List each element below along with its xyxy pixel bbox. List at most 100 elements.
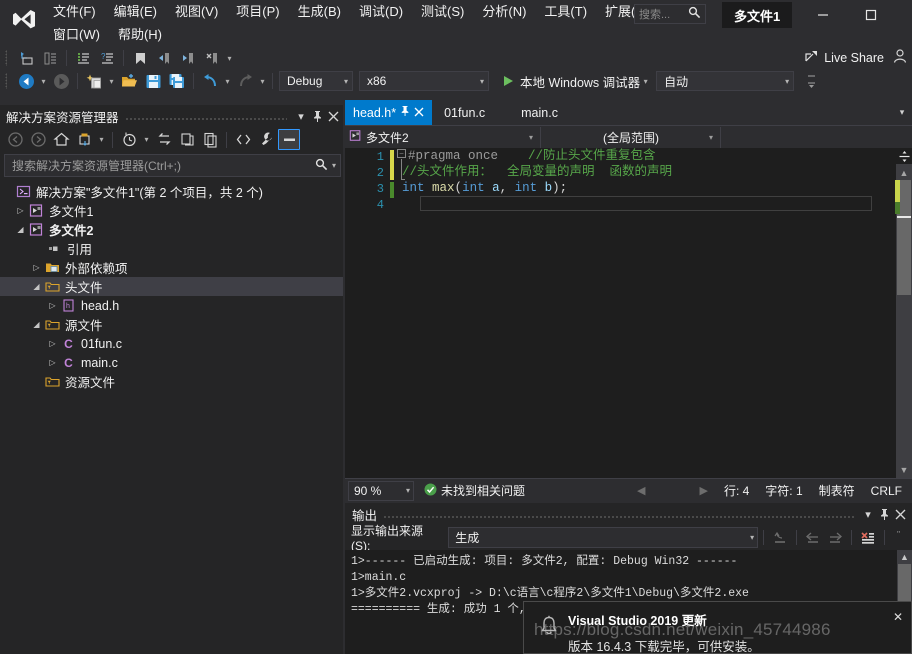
navigate-back-icon[interactable] [15,70,37,92]
scrollbar-thumb[interactable] [898,564,911,606]
start-debugging-icon[interactable] [497,70,519,92]
save-all-icon[interactable] [166,70,188,92]
panel-pin-icon[interactable] [876,505,892,523]
next-message-icon[interactable] [824,527,846,548]
tree-item-external-dependencies[interactable]: ▷ 外部依赖项 [0,258,345,277]
account-icon[interactable] [892,48,908,67]
panel-drag-dots[interactable] [383,511,854,523]
save-file-icon[interactable] [142,70,164,92]
navbar-member-combo[interactable] [721,127,912,148]
tree-item-source-files[interactable]: ◢ 源文件 [0,315,345,334]
menu-view[interactable]: 视图(V) [166,1,227,23]
pending-changes-chevron-icon[interactable]: ▾ [141,135,152,144]
expander-collapsed-icon[interactable]: ▷ [46,339,59,348]
live-share-button[interactable]: Live Share [804,47,884,69]
toggle-outline-icon[interactable] [39,47,61,69]
output-source-combo[interactable]: 生成 ▾ [448,527,759,548]
scroll-up-icon[interactable]: ▲ [897,550,912,563]
navigate-forward-icon[interactable] [50,70,72,92]
navigate-backward-icon[interactable] [15,47,37,69]
tree-item-solution[interactable]: 解决方案"多文件1"(第 2 个项目，共 2 个) [0,182,345,201]
debug-target-combo[interactable]: 自动 ▾ [656,71,795,91]
back-icon[interactable] [4,129,26,150]
comment-lines-icon[interactable] [72,47,94,69]
uncomment-lines-icon[interactable]: ? [96,47,118,69]
navbar-scope-combo[interactable]: (全局范围) ▾ [541,126,721,148]
expander-collapsed-icon[interactable]: ▷ [14,206,27,215]
expander-expanded-icon[interactable]: ◢ [30,320,43,329]
redo-chevron-icon[interactable]: ▾ [257,77,268,86]
redo-icon[interactable] [234,70,256,92]
notification-toast[interactable]: Visual Studio 2019 更新 版本 16.4.3 下载完毕，可供安… [523,601,912,654]
menu-edit[interactable]: 编辑(E) [105,1,166,23]
tab-overflow-chevron-icon[interactable]: ▾ [892,100,912,125]
menu-help[interactable]: 帮助(H) [109,24,171,46]
expander-collapsed-icon[interactable]: ▷ [46,301,59,310]
previous-issue-icon[interactable]: ◀ [637,484,645,497]
collapse-region-icon[interactable]: − [397,149,406,158]
menu-test[interactable]: 测试(S) [412,1,473,23]
maximize-button[interactable] [848,0,893,30]
configuration-combo[interactable]: Debug ▾ [279,71,353,91]
panel-close-icon[interactable] [325,107,341,125]
minimize-button[interactable] [800,0,845,30]
panel-close-icon[interactable] [892,505,908,523]
tab-close-icon[interactable] [414,105,424,120]
code-editor[interactable]: 1 2 3 4 − #pragma once //防止头文件重复包含 //头文件… [345,148,912,478]
previous-bookmark-icon[interactable] [153,47,175,69]
toolbar-grip[interactable] [2,72,12,90]
split-view-icon[interactable] [896,148,912,164]
start-debugging-label[interactable]: 本地 Windows 调试器 [520,72,640,91]
panel-drag-dots[interactable] [124,113,287,125]
clear-output-icon[interactable] [857,527,879,548]
start-debugging-chevron-icon[interactable]: ▾ [640,77,651,86]
expander-expanded-icon[interactable]: ◢ [30,282,43,291]
scroll-down-icon[interactable]: ▼ [896,463,912,476]
tab-01fun-c[interactable]: 01fun.c [432,100,504,125]
zoom-level-combo[interactable]: 90 % ▾ [348,480,414,501]
toolbar-grip[interactable] [2,49,12,67]
next-bookmark-icon[interactable] [177,47,199,69]
filter-chevron-icon[interactable]: ▾ [96,135,107,144]
tree-item-main-c[interactable]: ▷ C main.c [0,353,345,372]
menu-tools[interactable]: 工具(T) [535,1,596,23]
open-file-icon[interactable] [118,70,140,92]
pending-changes-icon[interactable] [118,129,140,150]
toolbar-overflow-chevron-icon[interactable]: ▾ [224,54,235,63]
expander-collapsed-icon[interactable]: ▷ [46,358,59,367]
previous-message-icon[interactable] [802,527,824,548]
view-code-icon[interactable] [232,129,254,150]
menu-window[interactable]: 窗口(W) [44,24,109,46]
undo-chevron-icon[interactable]: ▾ [222,77,233,86]
toolbar-overflow-icon[interactable] [806,73,817,89]
platform-combo[interactable]: x86 ▾ [359,71,489,91]
new-project-chevron-icon[interactable]: ▾ [106,77,117,86]
tree-item-resource-files[interactable]: 资源文件 [0,372,345,391]
tree-item-01fun-c[interactable]: ▷ C 01fun.c [0,334,345,353]
scroll-up-icon[interactable]: ▲ [896,166,912,179]
tab-pin-icon[interactable] [400,105,410,120]
tab-main-c[interactable]: main.c [503,100,576,125]
expander-expanded-icon[interactable]: ◢ [14,225,27,234]
tree-item-project-2[interactable]: ◢ 多文件2 [0,220,345,239]
tree-item-head-h[interactable]: ▷ h head.h [0,296,345,315]
properties-icon[interactable] [255,129,277,150]
solution-explorer-search-input[interactable]: 搜索解决方案资源管理器(Ctrl+;) ▾ [4,154,341,177]
toggle-word-wrap-icon[interactable]: '' [890,527,912,548]
quick-search-input[interactable]: 搜索... [634,4,706,24]
show-all-files-icon[interactable] [199,129,221,150]
collapse-all-icon[interactable] [278,129,300,150]
search-options-chevron-icon[interactable]: ▾ [328,161,336,170]
menu-project[interactable]: 项目(P) [227,1,288,23]
panel-dropdown-icon[interactable]: ▾ [293,107,309,125]
tree-item-project-1[interactable]: ▷ 多文件1 [0,201,345,220]
new-project-icon[interactable] [83,70,105,92]
undo-icon[interactable] [199,70,221,92]
tab-head-h[interactable]: head.h* [345,100,433,125]
tree-item-references[interactable]: 引用 [0,239,345,258]
refresh-icon[interactable] [176,129,198,150]
menu-debug[interactable]: 调试(D) [350,1,412,23]
navigate-back-chevron-icon[interactable]: ▾ [38,77,49,86]
go-to-message-icon[interactable] [769,527,791,548]
sync-with-active-document-icon[interactable] [153,129,175,150]
